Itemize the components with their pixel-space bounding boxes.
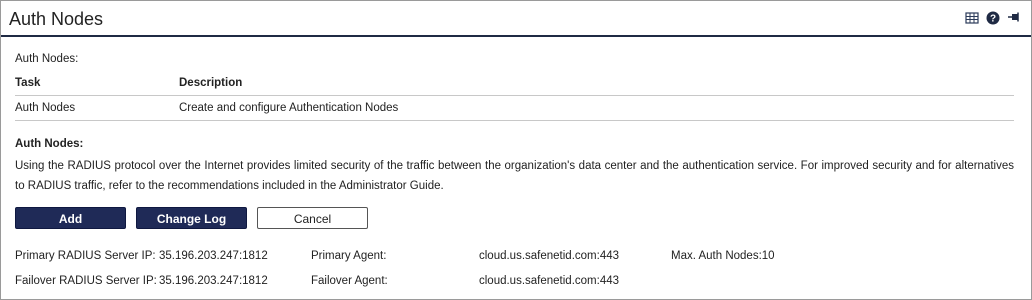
section-heading: Auth Nodes: <box>15 138 84 150</box>
table-cell-task[interactable]: Auth Nodes <box>15 102 75 114</box>
table-header-task: Task <box>15 77 41 89</box>
failover-agent-value: cloud.us.safenetid.com:443 <box>479 275 620 287</box>
primary-agent-value: cloud.us.safenetid.com:443 <box>479 250 620 262</box>
table-cell-description: Create and configure Authentication Node… <box>179 102 399 114</box>
primary-ip-label: Primary RADIUS Server IP: <box>15 250 156 262</box>
table-icon[interactable] <box>965 11 979 25</box>
primary-agent-label: Primary Agent: <box>311 250 387 262</box>
titlebar-icons: ? <box>965 11 1021 25</box>
info-paragraph: Using the RADIUS protocol over the Inter… <box>15 160 1014 192</box>
add-button[interactable]: Add <box>15 207 126 229</box>
panel-titlebar: Auth Nodes ? <box>1 1 1031 37</box>
cancel-button[interactable]: Cancel <box>257 207 368 229</box>
table-header-description: Description <box>179 77 243 89</box>
primary-ip-value: 35.196.203.247:1812 <box>159 250 268 262</box>
section-label: Auth Nodes: <box>15 53 79 65</box>
max-auth-nodes: Max. Auth Nodes:10 <box>671 250 775 262</box>
auth-nodes-panel: Auth Nodes ? Auth Nodes: Task Descriptio… <box>0 0 1032 300</box>
change-log-button[interactable]: Change Log <box>136 207 247 229</box>
failover-agent-label: Failover Agent: <box>311 275 388 287</box>
pin-icon[interactable] <box>1007 11 1021 25</box>
failover-ip-value: 35.196.203.247:1812 <box>159 275 268 287</box>
svg-text:?: ? <box>990 14 996 25</box>
table-header-divider <box>15 95 1014 96</box>
failover-ip-label: Failover RADIUS Server IP: <box>15 275 157 287</box>
help-icon[interactable]: ? <box>986 11 1000 25</box>
table-row-divider <box>15 120 1014 121</box>
page-title: Auth Nodes <box>9 9 104 29</box>
